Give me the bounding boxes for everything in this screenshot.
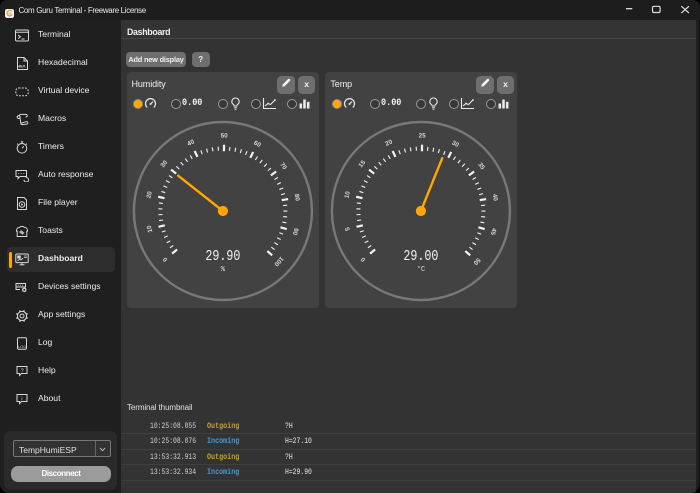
svg-text:29.00: 29.00 [404,248,439,265]
svg-text:50: 50 [220,132,228,139]
svg-text:25: 25 [419,132,427,139]
svg-text:HEX: HEX [17,64,26,69]
svg-text:LOG: LOG [18,345,26,349]
svg-text:i: i [21,396,22,402]
svg-text:29.90: 29.90 [205,248,240,265]
svg-text:°C: °C [417,265,425,274]
